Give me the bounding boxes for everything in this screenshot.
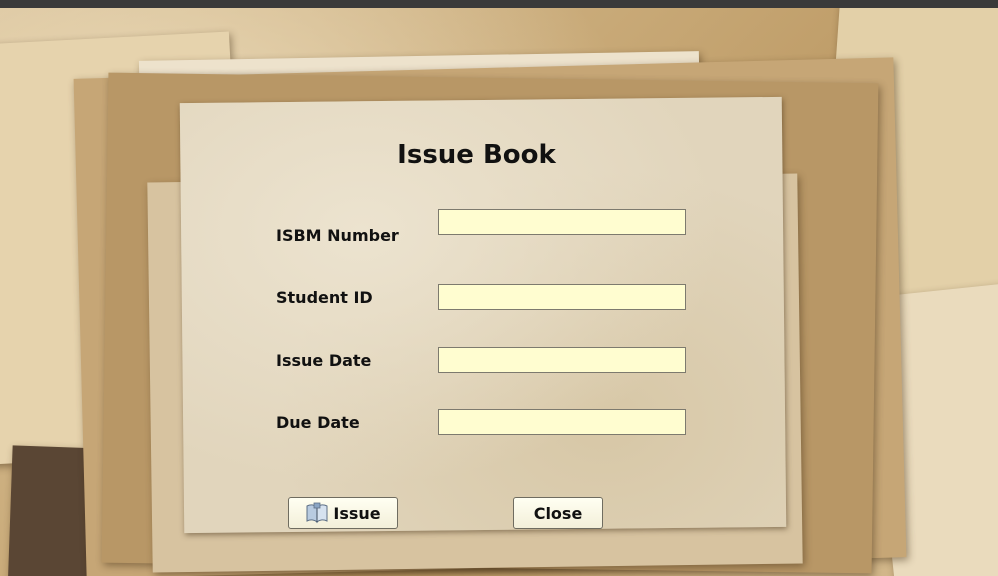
issue-button[interactable]: Issue bbox=[288, 497, 398, 529]
due-date-field[interactable] bbox=[438, 409, 686, 435]
issue-date-label: Issue Date bbox=[276, 351, 372, 370]
student-id-field[interactable] bbox=[438, 284, 686, 310]
issue-button-label: Issue bbox=[333, 503, 381, 523]
student-id-label: Student ID bbox=[276, 288, 373, 307]
due-date-label: Due Date bbox=[276, 413, 360, 432]
top-window-bar bbox=[0, 0, 998, 8]
issue-date-field[interactable] bbox=[438, 347, 686, 373]
close-button[interactable]: Close bbox=[513, 497, 603, 529]
isbm-number-label: ISBM Number bbox=[276, 226, 399, 245]
book-icon bbox=[305, 502, 329, 524]
page-title: Issue Book bbox=[397, 140, 556, 170]
isbm-number-field[interactable] bbox=[438, 209, 686, 235]
close-button-label: Close bbox=[533, 503, 583, 523]
